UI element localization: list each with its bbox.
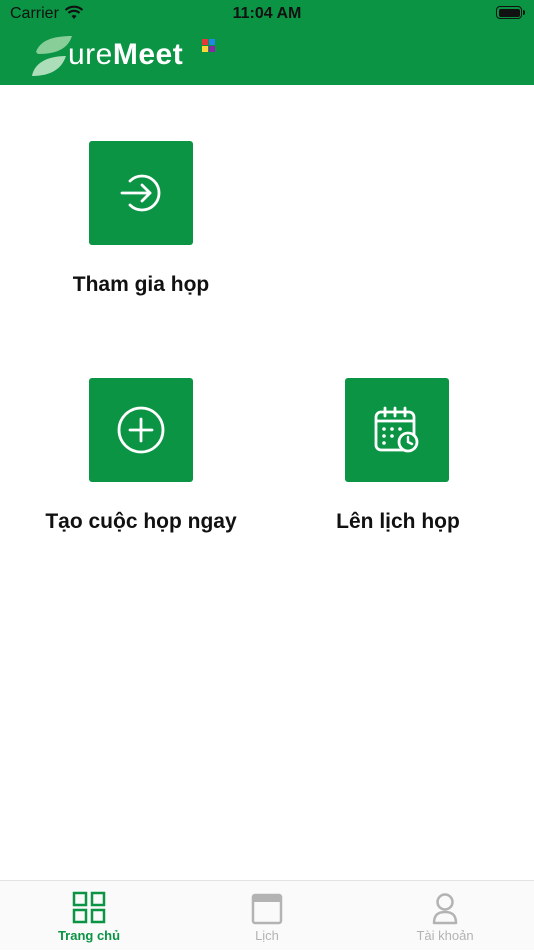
create-meeting-label[interactable]: Tạo cuộc họp ngay [21, 510, 261, 534]
tab-account-label: Tài khoản [416, 928, 474, 943]
app-header: Carrier 11:04 AM ureMeet [0, 0, 534, 85]
battery-icon [496, 6, 525, 19]
create-meeting-button[interactable] [89, 378, 193, 482]
schedule-meeting-button[interactable] [345, 378, 449, 482]
join-meeting-label[interactable]: Tham gia họp [41, 273, 241, 297]
logo-wordmark: ureMeet [68, 38, 183, 72]
schedule-meeting-label[interactable]: Lên lịch họp [298, 510, 498, 534]
tab-calendar-label: Lịch [255, 928, 279, 943]
logo-prefix: ure [68, 38, 113, 71]
bottom-tab-bar: Trang chủ Lịch Tài khoản [0, 880, 534, 950]
join-meeting-button[interactable] [89, 141, 193, 245]
badge-squares-icon [202, 39, 215, 52]
status-bar: Carrier 11:04 AM [0, 0, 534, 28]
tab-home-label: Trang chủ [57, 928, 121, 943]
login-arrow-icon [120, 174, 161, 212]
plus-circle-icon [117, 406, 165, 454]
calendar-clock-icon [374, 406, 419, 453]
grid-icon [72, 891, 106, 924]
tab-calendar[interactable]: Lịch [178, 881, 356, 951]
tab-account[interactable]: Tài khoản [356, 881, 534, 951]
tab-home[interactable]: Trang chủ [0, 881, 178, 951]
calendar-icon [251, 893, 283, 925]
person-icon [432, 893, 458, 925]
logo-suffix: Meet [112, 38, 184, 71]
status-time: 11:04 AM [232, 5, 302, 22]
